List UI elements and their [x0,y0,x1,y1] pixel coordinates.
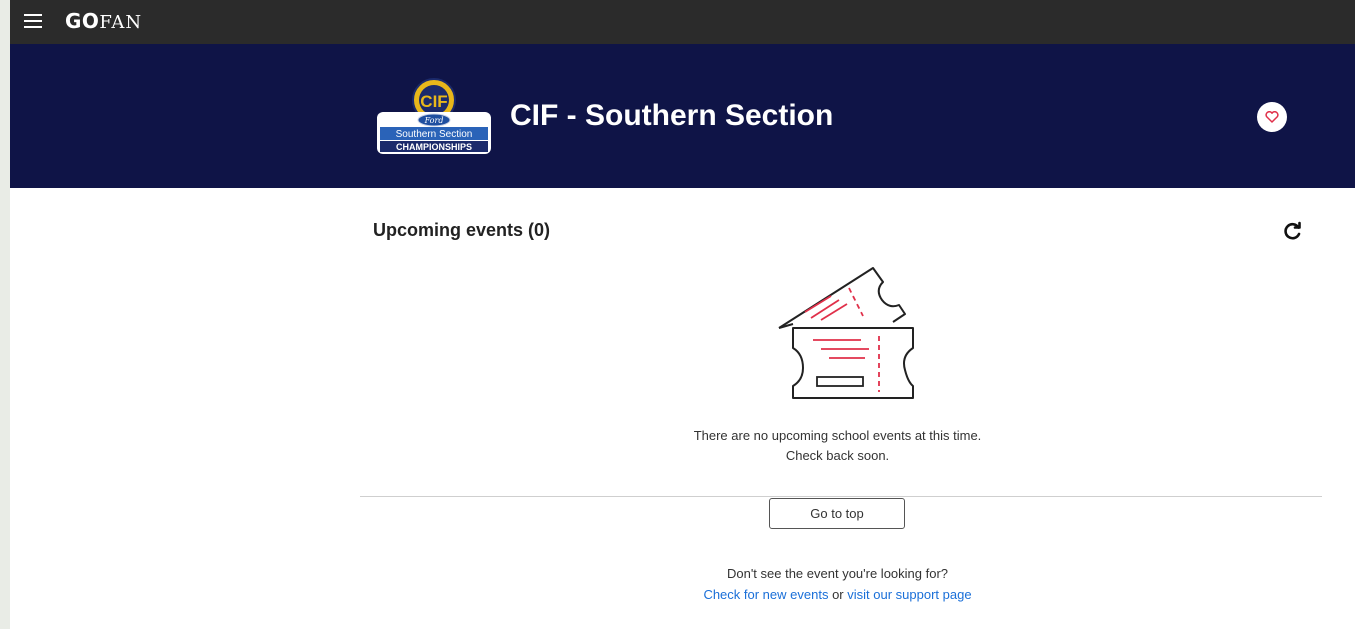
empty-state-line-2: Check back soon. [785,448,890,463]
refresh-icon[interactable] [1282,220,1304,242]
help-section: Don't see the event you're looking for? … [570,563,1105,605]
favorite-button[interactable] [1257,102,1287,132]
divider [360,496,1322,497]
ticket-illustration [778,267,914,399]
page: GOFAN CIF Ford Southern Section CHAMPION… [10,0,1355,629]
help-links: Check for new events or visit our suppor… [570,584,1105,605]
go-to-top-button[interactable]: Go to top [769,498,905,529]
org-banner: CIF Ford Southern Section CHAMPIONSHIPS … [10,44,1355,188]
page-title: CIF - Southern Section [510,99,834,132]
empty-state-message: There are no upcoming school events at t… [570,426,1105,466]
top-nav: GOFAN [10,0,1355,44]
support-page-link[interactable]: visit our support page [847,587,971,602]
heart-icon [1265,111,1279,123]
svg-text:Ford: Ford [424,116,444,125]
help-question: Don't see the event you're looking for? [726,566,949,581]
cif-championships-logo: CIF Ford Southern Section CHAMPIONSHIPS [377,78,491,154]
svg-text:CHAMPIONSHIPS: CHAMPIONSHIPS [396,142,472,152]
check-new-events-link[interactable]: Check for new events [703,587,828,602]
svg-text:Southern Section: Southern Section [396,129,473,140]
gofan-logo[interactable]: GOFAN [65,9,142,33]
help-or: or [828,587,848,602]
svg-text:CIF: CIF [420,92,447,111]
upcoming-events-heading: Upcoming events (0) [373,220,551,240]
empty-state-line-1: There are no upcoming school events at t… [693,428,982,443]
menu-icon[interactable] [24,13,42,29]
